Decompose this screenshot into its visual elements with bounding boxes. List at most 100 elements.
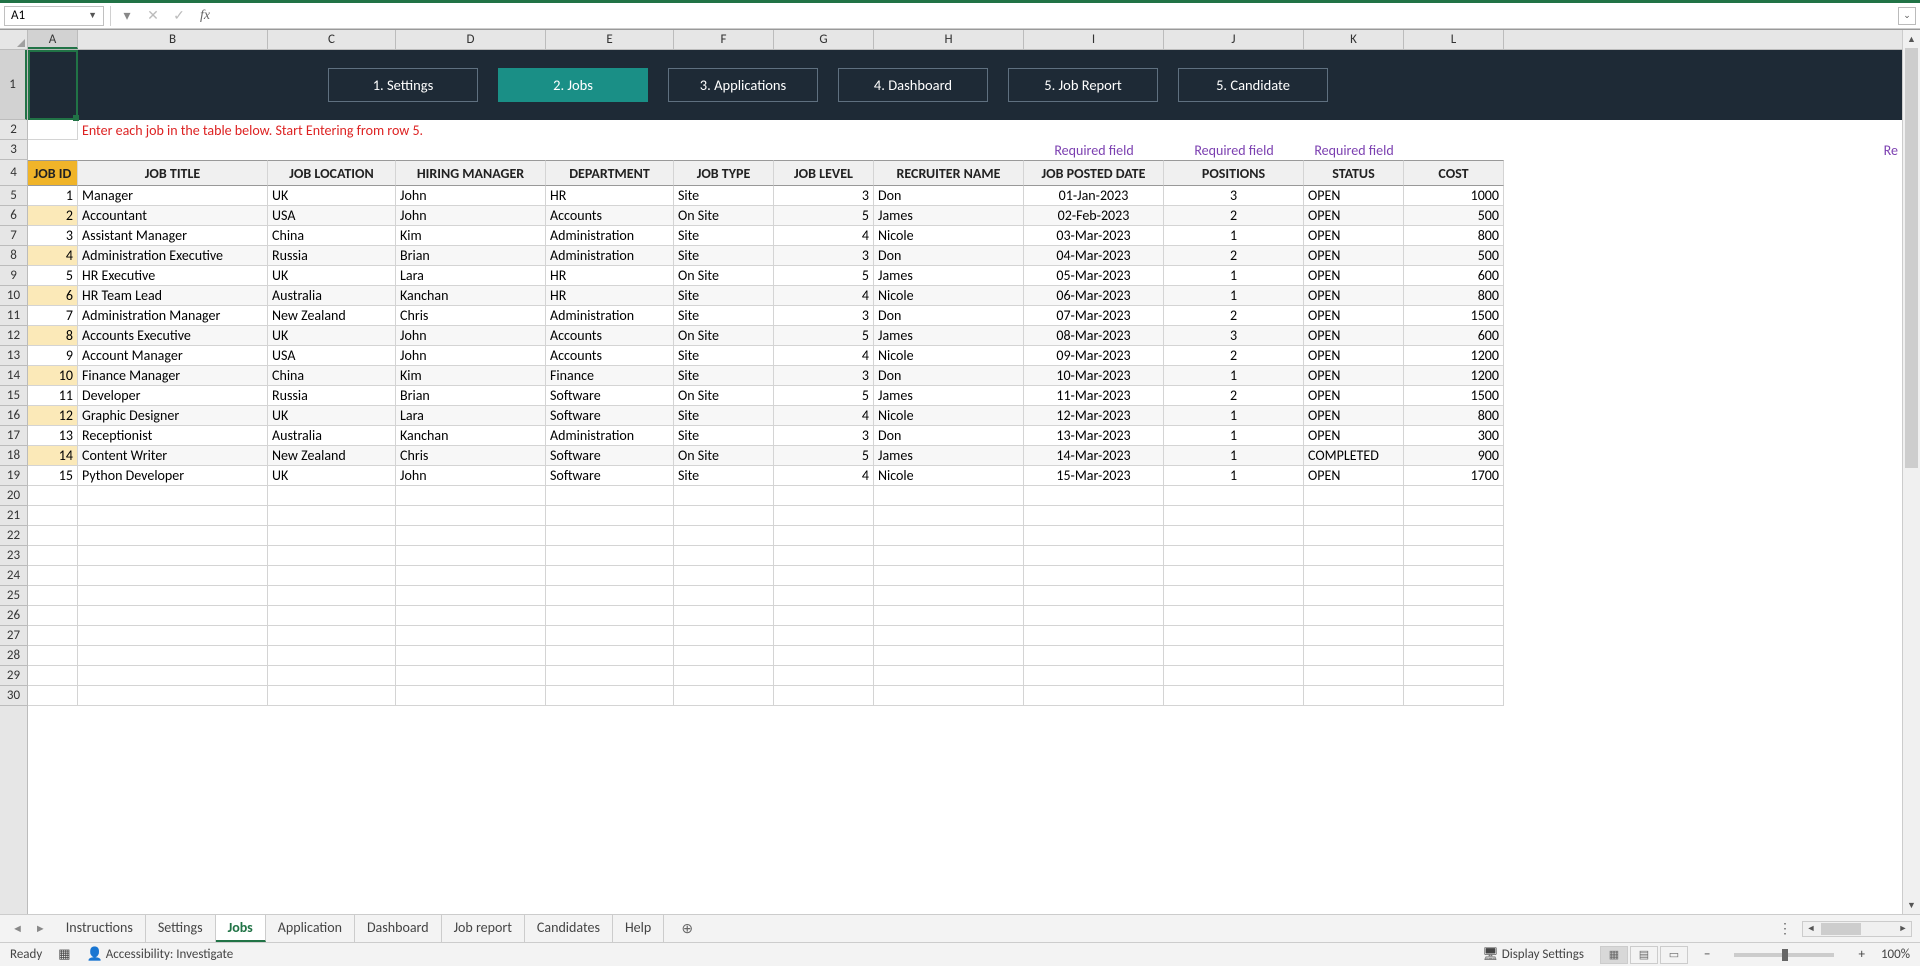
row-header-17[interactable]: 17 [0,426,27,446]
sheet-tab-jobs[interactable]: Jobs [216,915,266,942]
cell[interactable] [1024,646,1164,666]
cell[interactable]: Chris [396,306,546,326]
cell[interactable] [1164,486,1304,506]
cell-row3-A[interactable] [28,140,78,160]
cell-row3-L[interactable] [1404,140,1504,160]
cell[interactable]: OPEN [1304,186,1404,206]
cell[interactable] [78,546,268,566]
cell[interactable]: Accounts [546,326,674,346]
column-header-G[interactable]: G [774,30,874,49]
cell[interactable] [546,626,674,646]
cell[interactable]: Kanchan [396,286,546,306]
table-header-job-posted-date[interactable]: JOB POSTED DATE [1024,160,1164,186]
cell[interactable]: Site [674,286,774,306]
cell[interactable] [874,686,1024,706]
cell[interactable]: Site [674,426,774,446]
cell[interactable] [674,486,774,506]
cell[interactable]: On Site [674,266,774,286]
cell[interactable]: Software [546,466,674,486]
cell[interactable]: 4 [774,346,874,366]
cell[interactable]: Accounts Executive [78,326,268,346]
cell[interactable]: 15-Mar-2023 [1024,466,1164,486]
cell[interactable] [1304,586,1404,606]
cell[interactable]: Don [874,306,1024,326]
cell[interactable]: 1700 [1404,466,1504,486]
hscroll-thumb[interactable] [1821,923,1861,935]
cell[interactable] [268,546,396,566]
cell[interactable]: On Site [674,446,774,466]
table-header-department[interactable]: DEPARTMENT [546,160,674,186]
cell[interactable] [674,546,774,566]
cell[interactable] [874,646,1024,666]
cell[interactable] [28,566,78,586]
cell[interactable] [268,626,396,646]
macro-record-icon[interactable]: ▦ [58,947,70,962]
cell[interactable] [546,606,674,626]
row-header-21[interactable]: 21 [0,506,27,526]
table-header-hiring-manager[interactable]: HIRING MANAGER [396,160,546,186]
cell[interactable]: 01-Jan-2023 [1024,186,1164,206]
cell[interactable] [546,686,674,706]
cell[interactable] [78,486,268,506]
cell[interactable] [268,686,396,706]
cell[interactable]: Don [874,246,1024,266]
cell[interactable] [546,646,674,666]
cell[interactable]: 5 [28,266,78,286]
cell[interactable]: OPEN [1304,266,1404,286]
cell[interactable]: 1 [1164,366,1304,386]
cell[interactable] [1404,606,1504,626]
row-header-28[interactable]: 28 [0,646,27,666]
cell[interactable]: 3 [774,426,874,446]
cell[interactable]: 14 [28,446,78,466]
cell[interactable]: Administration [546,226,674,246]
cell[interactable] [874,546,1024,566]
nav-button----settings[interactable]: 1. Settings [328,68,478,102]
cell[interactable] [674,626,774,646]
cell[interactable]: China [268,226,396,246]
cell[interactable] [78,686,268,706]
row-header-12[interactable]: 12 [0,326,27,346]
cell[interactable] [1164,606,1304,626]
cell[interactable]: 12 [28,406,78,426]
display-settings-button[interactable]: 🖥 Display Settings [1482,947,1584,962]
cell[interactable] [1164,646,1304,666]
cell[interactable]: HR Team Lead [78,286,268,306]
cell[interactable]: 3 [1164,186,1304,206]
cell[interactable]: Site [674,346,774,366]
cell[interactable]: On Site [674,326,774,346]
cell[interactable] [674,526,774,546]
cell[interactable] [674,686,774,706]
cell[interactable] [1024,506,1164,526]
cell[interactable] [774,686,874,706]
cell[interactable]: 1500 [1404,386,1504,406]
cell[interactable]: Developer [78,386,268,406]
cell[interactable] [874,566,1024,586]
cell[interactable] [1024,526,1164,546]
cell[interactable]: 11 [28,386,78,406]
cell[interactable] [1164,546,1304,566]
select-all-corner[interactable] [0,30,28,50]
cell[interactable]: 8 [28,326,78,346]
formula-bar-expand-icon[interactable]: ⌄ [1898,7,1916,25]
cell[interactable] [396,666,546,686]
cell[interactable]: Accounts [546,206,674,226]
cell[interactable]: OPEN [1304,426,1404,446]
cell[interactable]: 600 [1404,326,1504,346]
cell[interactable]: Kim [396,226,546,246]
row-header-5[interactable]: 5 [0,186,27,206]
cell[interactable]: OPEN [1304,466,1404,486]
cell[interactable]: 500 [1404,206,1504,226]
cell[interactable]: USA [268,346,396,366]
cell[interactable]: 2 [1164,306,1304,326]
cell[interactable] [1304,666,1404,686]
table-header-job-id[interactable]: JOB ID [28,160,78,186]
cell[interactable]: 2 [28,206,78,226]
cell[interactable] [674,646,774,666]
cell[interactable]: Nicole [874,286,1024,306]
page-layout-view-button[interactable]: ▤ [1630,946,1658,964]
cell-row3-K[interactable]: Required field [1304,140,1404,160]
cell[interactable]: Administration [546,246,674,266]
cell[interactable]: Site [674,306,774,326]
row-header-4[interactable]: 4 [0,160,27,186]
nav-button----dashboard[interactable]: 4. Dashboard [838,68,988,102]
